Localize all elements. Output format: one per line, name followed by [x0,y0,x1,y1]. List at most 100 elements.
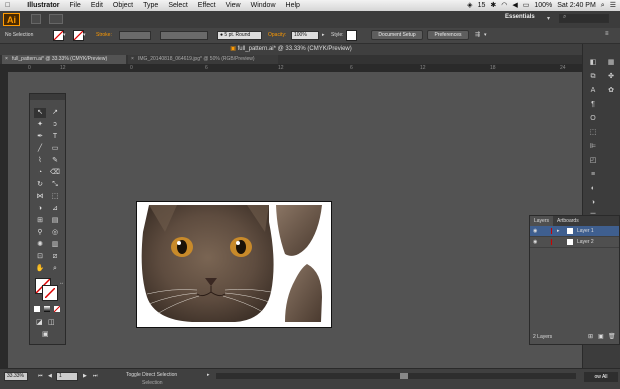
menu-object[interactable]: Object [108,0,138,11]
pen-tool-icon[interactable]: ✒ [34,132,46,142]
gradient-tool-icon[interactable]: ▤ [49,216,61,226]
menu-help[interactable]: Help [281,0,305,11]
cat-pattern-artwork[interactable] [137,202,332,328]
graphic-style-swatch[interactable] [346,30,357,41]
zoom-field[interactable]: 33.33% [4,372,28,381]
horizontal-scrollbar[interactable] [216,373,576,379]
artboard-number-field[interactable]: 1 [56,372,78,381]
direct-selection-tool-icon[interactable]: ↗ [49,108,61,118]
blend-tool-icon[interactable]: ◎ [49,228,61,238]
color-mode-icon[interactable] [34,306,40,312]
arrange-documents-icon[interactable] [49,14,63,24]
paragraph-panel-icon[interactable]: ¶ [586,100,600,110]
selection-tool-icon[interactable]: ↖ [34,108,46,118]
rectangle-tool-icon[interactable]: ▭ [49,144,61,154]
artboard[interactable] [136,201,332,328]
artboard-tool-icon[interactable]: ⊡ [34,252,46,262]
opentype-panel-icon[interactable]: O [586,114,600,124]
tab-full-pattern[interactable]: × full_pattern.ai* @ 33.33% (CMYK/Previe… [2,55,126,64]
tab-img-jpg[interactable]: × IMG_20140818_064619.jpg* @ 50% (RGB/Pr… [128,55,278,64]
next-artboard-icon[interactable]: ▶ [83,373,87,379]
hand-tool-icon[interactable]: ✋ [34,264,46,274]
wifi-icon[interactable]: ◠ [501,0,507,11]
lasso-tool-icon[interactable]: ↄ [49,120,61,130]
tab-close-icon[interactable]: × [5,55,8,64]
eyedropper-tool-icon[interactable]: ⚲ [34,228,46,238]
align-panel-icon[interactable]: ⊫ [586,142,600,152]
preferences-button[interactable]: Preferences [427,30,469,40]
layer-name[interactable]: Layer 2 [577,237,594,247]
status-menu-icon[interactable]: ▸ [207,372,210,378]
tab-layers[interactable]: Layers [530,216,554,226]
color-panel-icon[interactable]: ◧ [586,58,600,68]
apple-icon[interactable]:  [0,0,15,11]
menu-window[interactable]: Window [246,0,281,11]
menu-effect[interactable]: Effect [193,0,221,11]
swatches-panel-icon[interactable]: ▦ [604,58,618,68]
new-sublayer-icon[interactable]: ⊞ [588,333,593,340]
align-dropdown-icon[interactable]: ▾ [484,32,487,38]
panel-menu-icon[interactable]: ≡ [605,31,609,37]
scrollbar-thumb[interactable] [400,373,408,379]
previous-artboard-icon[interactable]: ◀ [48,373,52,379]
visibility-eye-icon[interactable]: ◉ [533,237,537,247]
panel-grip[interactable] [30,94,65,100]
type-tool-icon[interactable]: T [49,132,61,142]
expand-triangle-icon[interactable]: ▸ [557,226,560,236]
visibility-eye-icon[interactable]: ◉ [533,226,537,236]
align-icon[interactable]: ⇶ [475,31,480,38]
draw-behind-icon[interactable]: ◫ [48,318,55,326]
menu-type[interactable]: Type [138,0,163,11]
last-artboard-icon[interactable]: ⏭ [93,373,98,379]
layer-name[interactable]: Layer 1 [577,226,594,236]
drawing-mode-icon[interactable]: ◪ [36,318,43,326]
brushes-panel-icon[interactable]: ✤ [604,72,618,82]
fill-dropdown-icon[interactable]: ▾ [63,32,66,38]
notification-count[interactable]: 15 [478,0,486,11]
first-artboard-icon[interactable]: ⏮ [38,373,43,379]
bridge-icon[interactable] [31,14,41,24]
layer-row[interactable]: ◉ Layer 2 [530,237,619,248]
opacity-field[interactable]: 100% [291,31,319,40]
opacity-dropdown-icon[interactable]: ▸ [322,32,325,38]
menu-edit[interactable]: Edit [86,0,108,11]
workspace-switcher[interactable]: Essentials [505,14,535,20]
bluetooth-icon[interactable]: ✱ [490,0,496,11]
swap-fill-stroke-icon[interactable]: ↔ [59,280,64,286]
transform-panel-icon[interactable]: ⬚ [586,128,600,138]
battery-icon[interactable]: ▭ [523,0,530,11]
free-transform-tool-icon[interactable]: ⬚ [49,192,61,202]
stroke-weight-field[interactable] [119,31,151,40]
spotlight-icon[interactable]: ⌕ [601,0,605,11]
gradient-mode-icon[interactable] [44,306,50,312]
zoom-tool-icon[interactable]: ⌕ [49,264,61,274]
menu-app-name[interactable]: Illustrator [15,0,64,11]
stroke-color-box[interactable] [42,285,58,301]
workspace-dropdown-icon[interactable]: ▾ [547,15,550,22]
document-setup-button[interactable]: Document Setup [371,30,423,40]
magic-wand-tool-icon[interactable]: ✦ [34,120,46,130]
column-graph-tool-icon[interactable]: ▥ [49,240,61,250]
menubar-clock[interactable]: Sat 2:40 PM [557,0,596,11]
horizontal-ruler[interactable]: 0 12 0 6 12 6 12 18 24 [0,64,582,72]
pathfinder-panel-icon[interactable]: ◰ [586,156,600,166]
shape-builder-tool-icon[interactable]: ◑ [34,204,46,214]
tab-artboards[interactable]: Artboards [553,216,583,226]
symbols-panel-icon[interactable]: ✿ [604,86,618,96]
stroke-dropdown-icon[interactable]: ▾ [83,32,86,38]
new-layer-icon[interactable]: ▣ [598,333,604,340]
volume-icon[interactable]: ◀ [512,0,517,11]
tab-close-icon[interactable]: × [131,55,134,64]
menu-view[interactable]: View [221,0,246,11]
symbol-sprayer-tool-icon[interactable]: ✺ [34,240,46,250]
help-search-input[interactable] [559,14,609,23]
opacity-label[interactable]: Opacity: [268,32,286,38]
variable-width-profile[interactable] [160,31,208,40]
rotate-tool-icon[interactable]: ↻ [34,180,46,190]
delete-layer-icon[interactable]: 🗑 [608,333,616,340]
eraser-tool-icon[interactable]: ⌫ [49,168,61,178]
stroke-panel-icon[interactable]: ≡ [586,170,600,180]
scale-tool-icon[interactable]: ⤡ [49,180,61,190]
line-tool-icon[interactable]: ╱ [34,144,46,154]
layer-row[interactable]: ◉ ▸ Layer 1 [530,226,619,237]
